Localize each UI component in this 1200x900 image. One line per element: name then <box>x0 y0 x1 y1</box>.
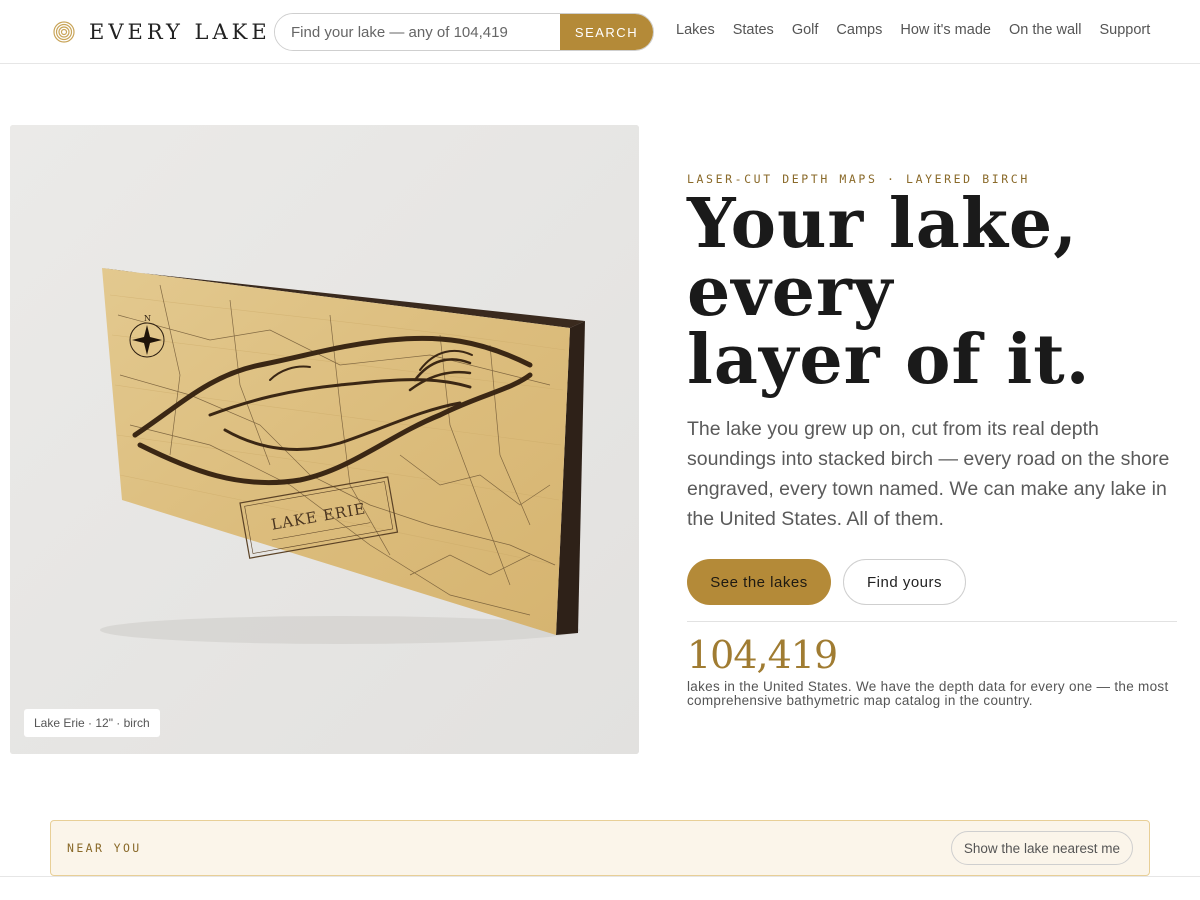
hero-product-image: N LAKE ERIE Lake Erie · 12" · birch <box>10 125 639 754</box>
svg-text:N: N <box>144 314 151 323</box>
nav-link-lakes[interactable]: Lakes <box>676 22 715 38</box>
see-the-lakes-button[interactable]: See the lakes <box>687 559 831 605</box>
nav-link-states[interactable]: States <box>733 22 774 38</box>
image-caption: Lake Erie · 12" · birch <box>24 709 160 737</box>
headline-line-3: layer of it. <box>687 320 1091 400</box>
lake-count-stat: 104,419 <box>687 633 838 677</box>
find-yours-button[interactable]: Find yours <box>843 559 966 605</box>
nav-link-on-the-wall[interactable]: On the wall <box>1009 22 1082 38</box>
nav-link-golf[interactable]: Golf <box>792 22 819 38</box>
hero-headline: Your lake, every layer of it. <box>687 190 1187 394</box>
nav-link-how-its-made[interactable]: How it's made <box>900 22 991 38</box>
near-you-label: NEAR YOU <box>67 841 142 855</box>
hero-divider <box>687 621 1177 622</box>
site-header: EVERY LAKE SEARCH Lakes States Golf Camp… <box>0 0 1200 64</box>
brand-name: EVERY LAKE <box>89 20 271 44</box>
search-input[interactable] <box>275 14 560 50</box>
nav-link-support[interactable]: Support <box>1100 22 1151 38</box>
show-nearest-lake-button[interactable]: Show the lake nearest me <box>950 831 1133 865</box>
section-divider <box>0 876 1200 877</box>
search-button[interactable]: SEARCH <box>560 14 653 50</box>
main-nav: Lakes States Golf Camps How it's made On… <box>676 22 1150 38</box>
search-bar: SEARCH <box>274 13 654 51</box>
lake-map-illustration: N LAKE ERIE <box>10 125 639 754</box>
logo[interactable]: EVERY LAKE <box>53 20 271 44</box>
lake-count-description: lakes in the United States. We have the … <box>687 679 1169 708</box>
near-you-banner: NEAR YOU Show the lake nearest me <box>50 820 1150 876</box>
hero-description: The lake you grew up on, cut from its re… <box>687 418 1170 530</box>
concentric-rings-icon <box>53 21 75 43</box>
nav-link-camps[interactable]: Camps <box>836 22 882 38</box>
